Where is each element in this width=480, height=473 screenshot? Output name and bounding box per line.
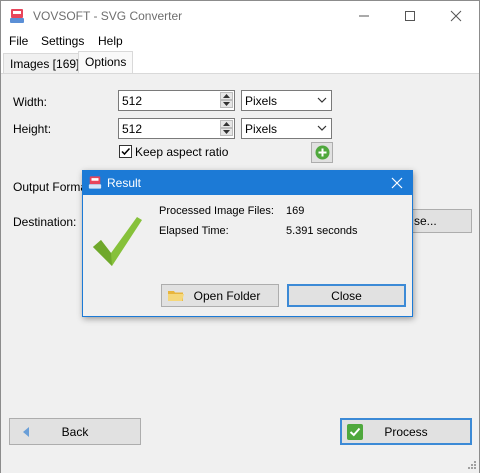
chevron-down-icon: [317, 97, 327, 103]
add-button[interactable]: [311, 142, 333, 163]
elapsed-value: 5.391 seconds: [286, 225, 358, 237]
chevron-down-icon: [317, 125, 327, 131]
minimize-icon: [359, 15, 369, 17]
keep-aspect-label[interactable]: Keep aspect ratio: [135, 145, 228, 159]
back-arrow-icon: [23, 427, 29, 437]
width-unit-select[interactable]: Pixels: [241, 90, 332, 111]
app-icon: [9, 8, 25, 24]
success-checkmark-icon: [93, 217, 142, 266]
width-up-arrow[interactable]: [220, 92, 233, 100]
checkmark-icon: [121, 147, 131, 156]
processed-label: Processed Image Files:: [159, 205, 274, 217]
output-format-label: Output Forma: [13, 180, 88, 194]
title-bar: VOVSOFT - SVG Converter: [1, 1, 479, 31]
close-icon: [450, 10, 462, 22]
minimize-button[interactable]: [341, 1, 387, 31]
height-label: Height:: [13, 122, 52, 136]
close-button[interactable]: Close: [287, 284, 406, 307]
width-label: Width:: [13, 95, 48, 109]
menu-file[interactable]: File: [9, 34, 28, 48]
close-icon[interactable]: [391, 177, 403, 189]
maximize-icon: [405, 11, 415, 21]
height-down-arrow[interactable]: [220, 128, 233, 136]
result-dialog: Result Processed Image Files: 169 Elapse…: [82, 170, 413, 317]
add-icon: [315, 145, 329, 160]
tab-images[interactable]: Images [169]: [3, 53, 87, 73]
destination-label: Destination:: [13, 215, 77, 229]
tab-options[interactable]: Options: [78, 51, 134, 74]
open-folder-button[interactable]: Open Folder: [161, 284, 279, 307]
app-icon: [88, 175, 102, 193]
app-window: VOVSOFT - SVG Converter File Settings He…: [0, 0, 480, 473]
process-button[interactable]: Process: [340, 418, 472, 445]
dialog-title: Result: [107, 176, 142, 190]
elapsed-label: Elapsed Time:: [159, 225, 229, 237]
height-value: 512: [122, 122, 143, 136]
width-value: 512: [122, 94, 143, 108]
folder-icon: [168, 291, 184, 301]
process-check-icon: [347, 424, 363, 440]
height-unit-select[interactable]: Pixels: [241, 118, 332, 139]
menu-help[interactable]: Help: [98, 34, 123, 48]
processed-value: 169: [286, 205, 305, 217]
tab-strip: Images [169] Options: [1, 51, 479, 74]
window-title: VOVSOFT - SVG Converter: [33, 9, 183, 23]
maximize-button[interactable]: [387, 1, 433, 31]
dialog-title-bar: Result: [83, 171, 412, 195]
window-close-button[interactable]: [433, 1, 479, 31]
height-spinner[interactable]: 512: [118, 118, 235, 139]
menu-settings[interactable]: Settings: [41, 34, 84, 48]
width-spinner[interactable]: 512: [118, 90, 235, 111]
back-button[interactable]: Back: [9, 418, 141, 445]
height-up-arrow[interactable]: [220, 120, 233, 128]
menu-bar: File Settings Help: [1, 31, 479, 51]
width-down-arrow[interactable]: [220, 100, 233, 108]
keep-aspect-checkbox[interactable]: [119, 145, 132, 158]
resize-grip-icon[interactable]: [467, 460, 477, 470]
